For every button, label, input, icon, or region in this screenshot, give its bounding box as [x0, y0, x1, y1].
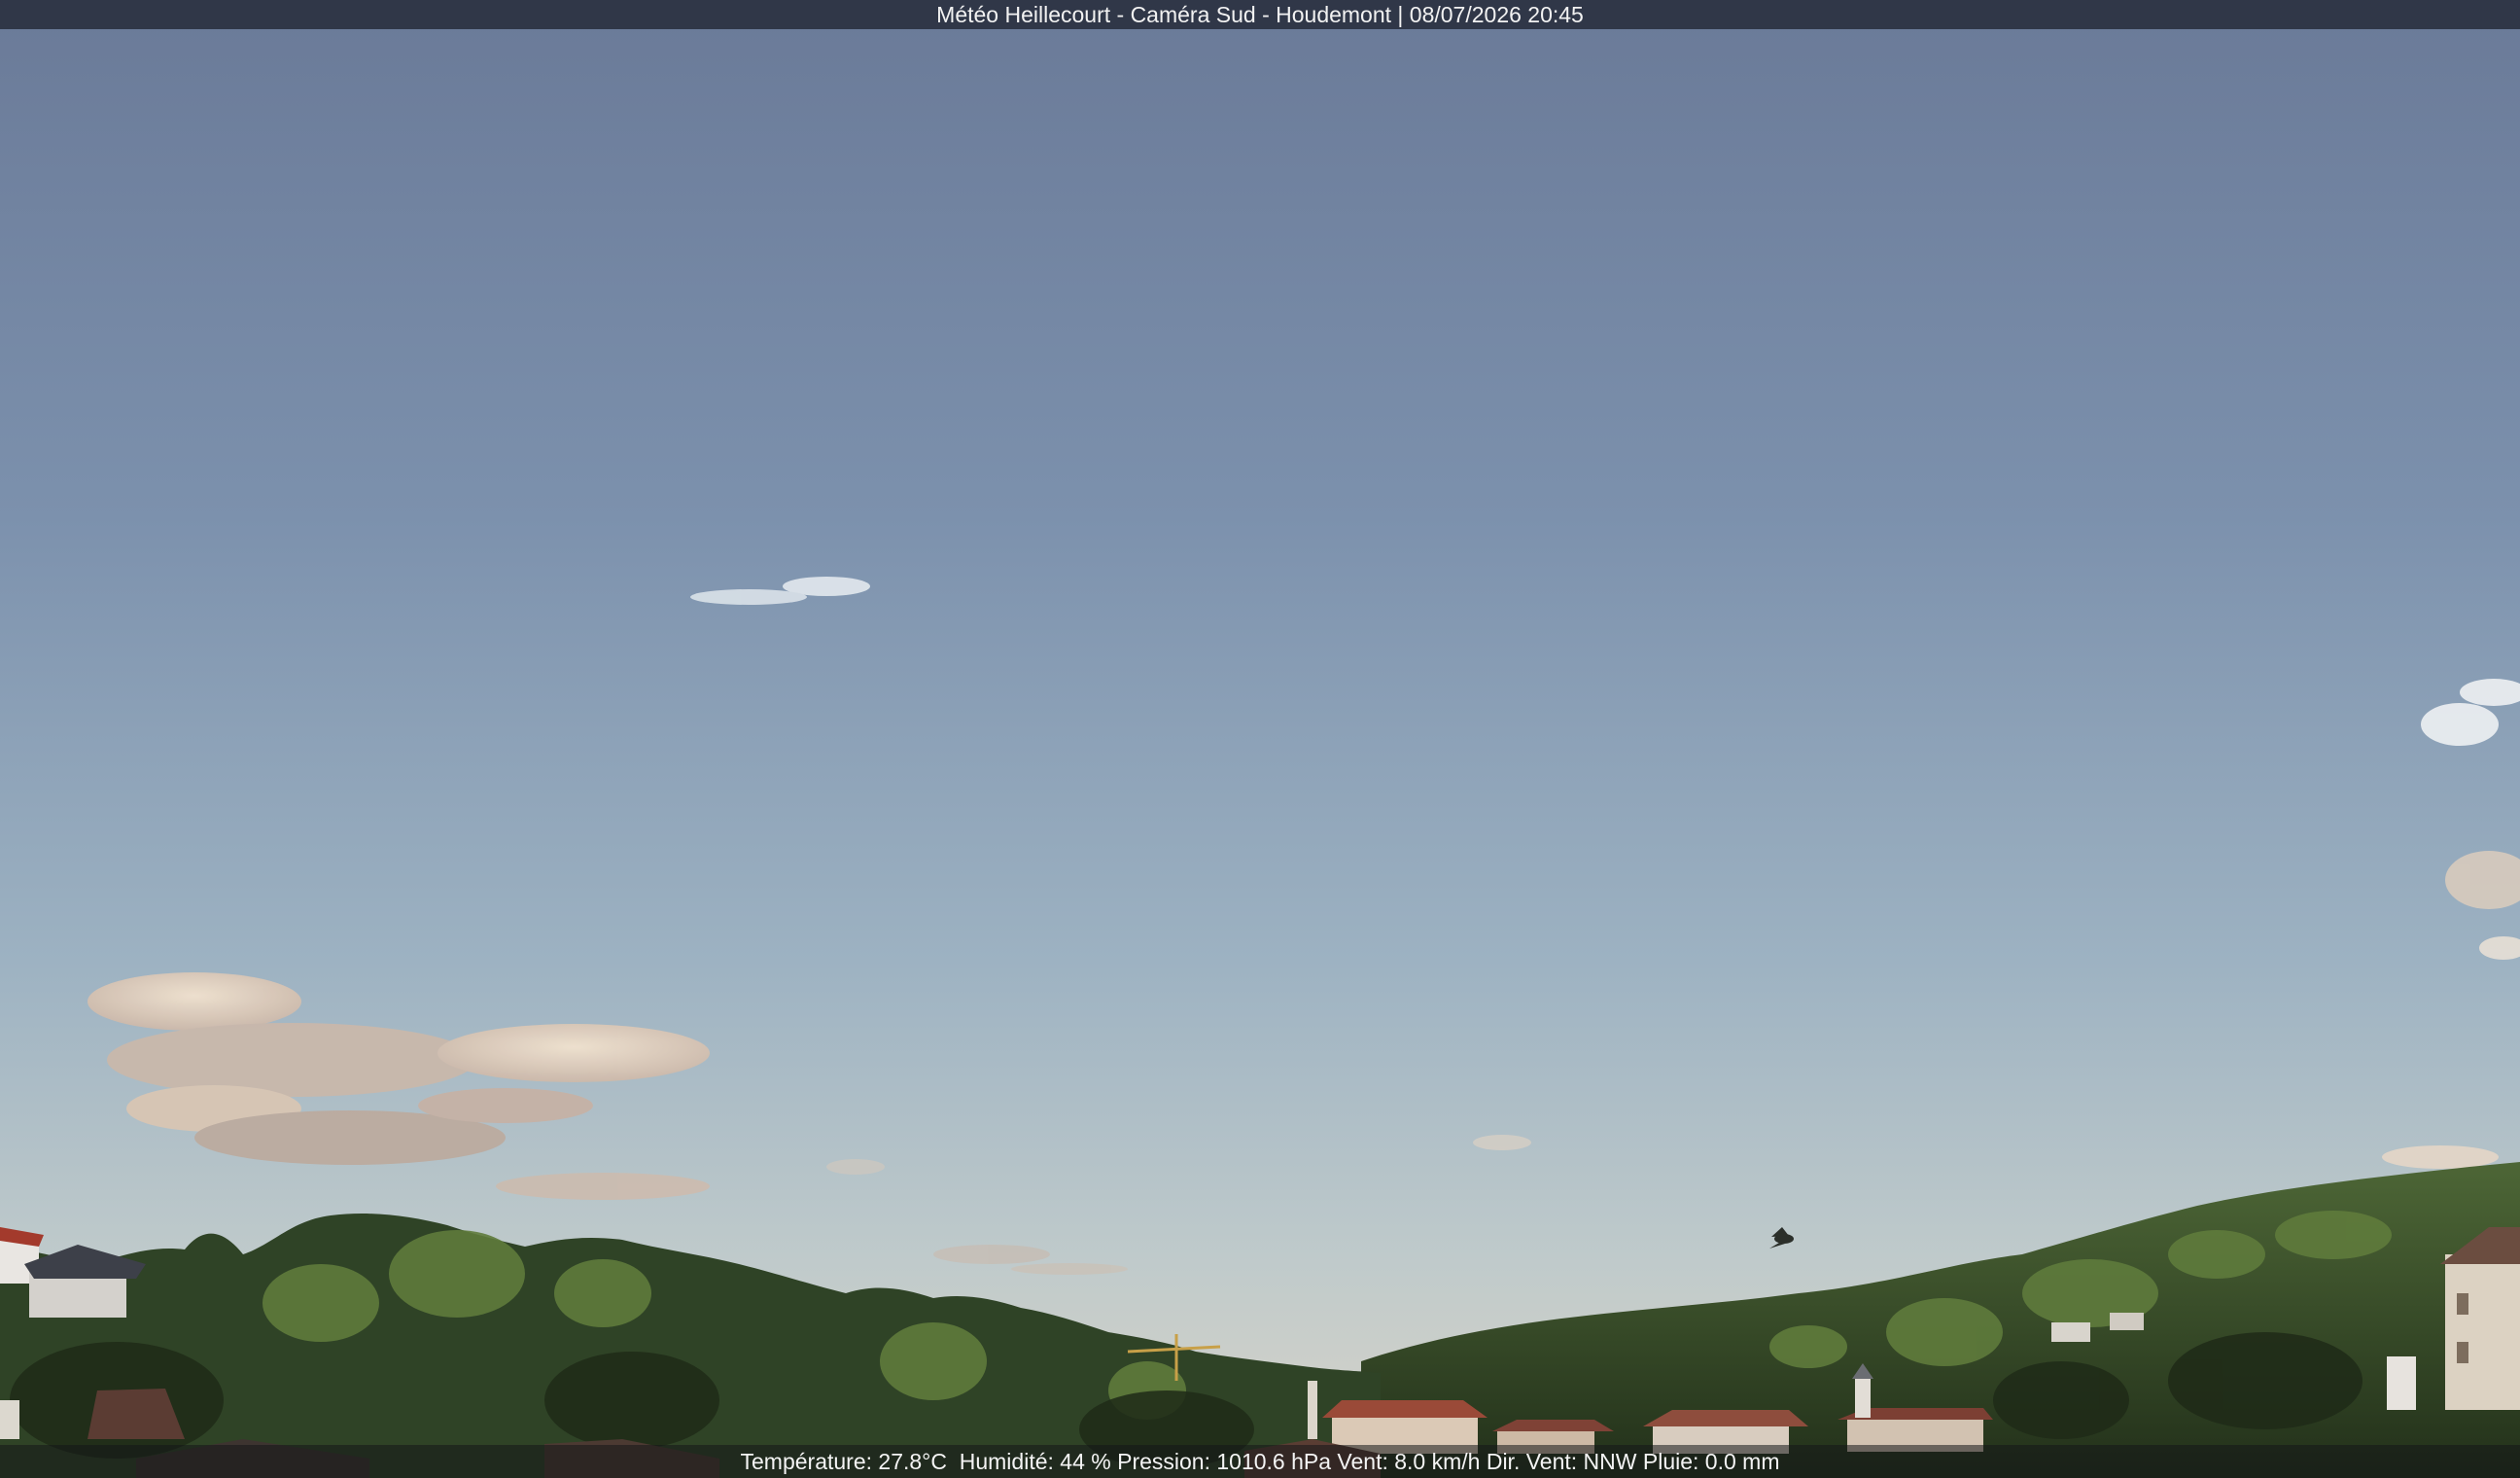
camera-title-bar: Météo Heillecourt - Caméra Sud - Houdemo…	[0, 0, 2520, 29]
webcam-image	[0, 0, 2520, 1478]
weather-info-bar: Température: 27.8°C Humidité: 44 % Press…	[0, 1445, 2520, 1478]
